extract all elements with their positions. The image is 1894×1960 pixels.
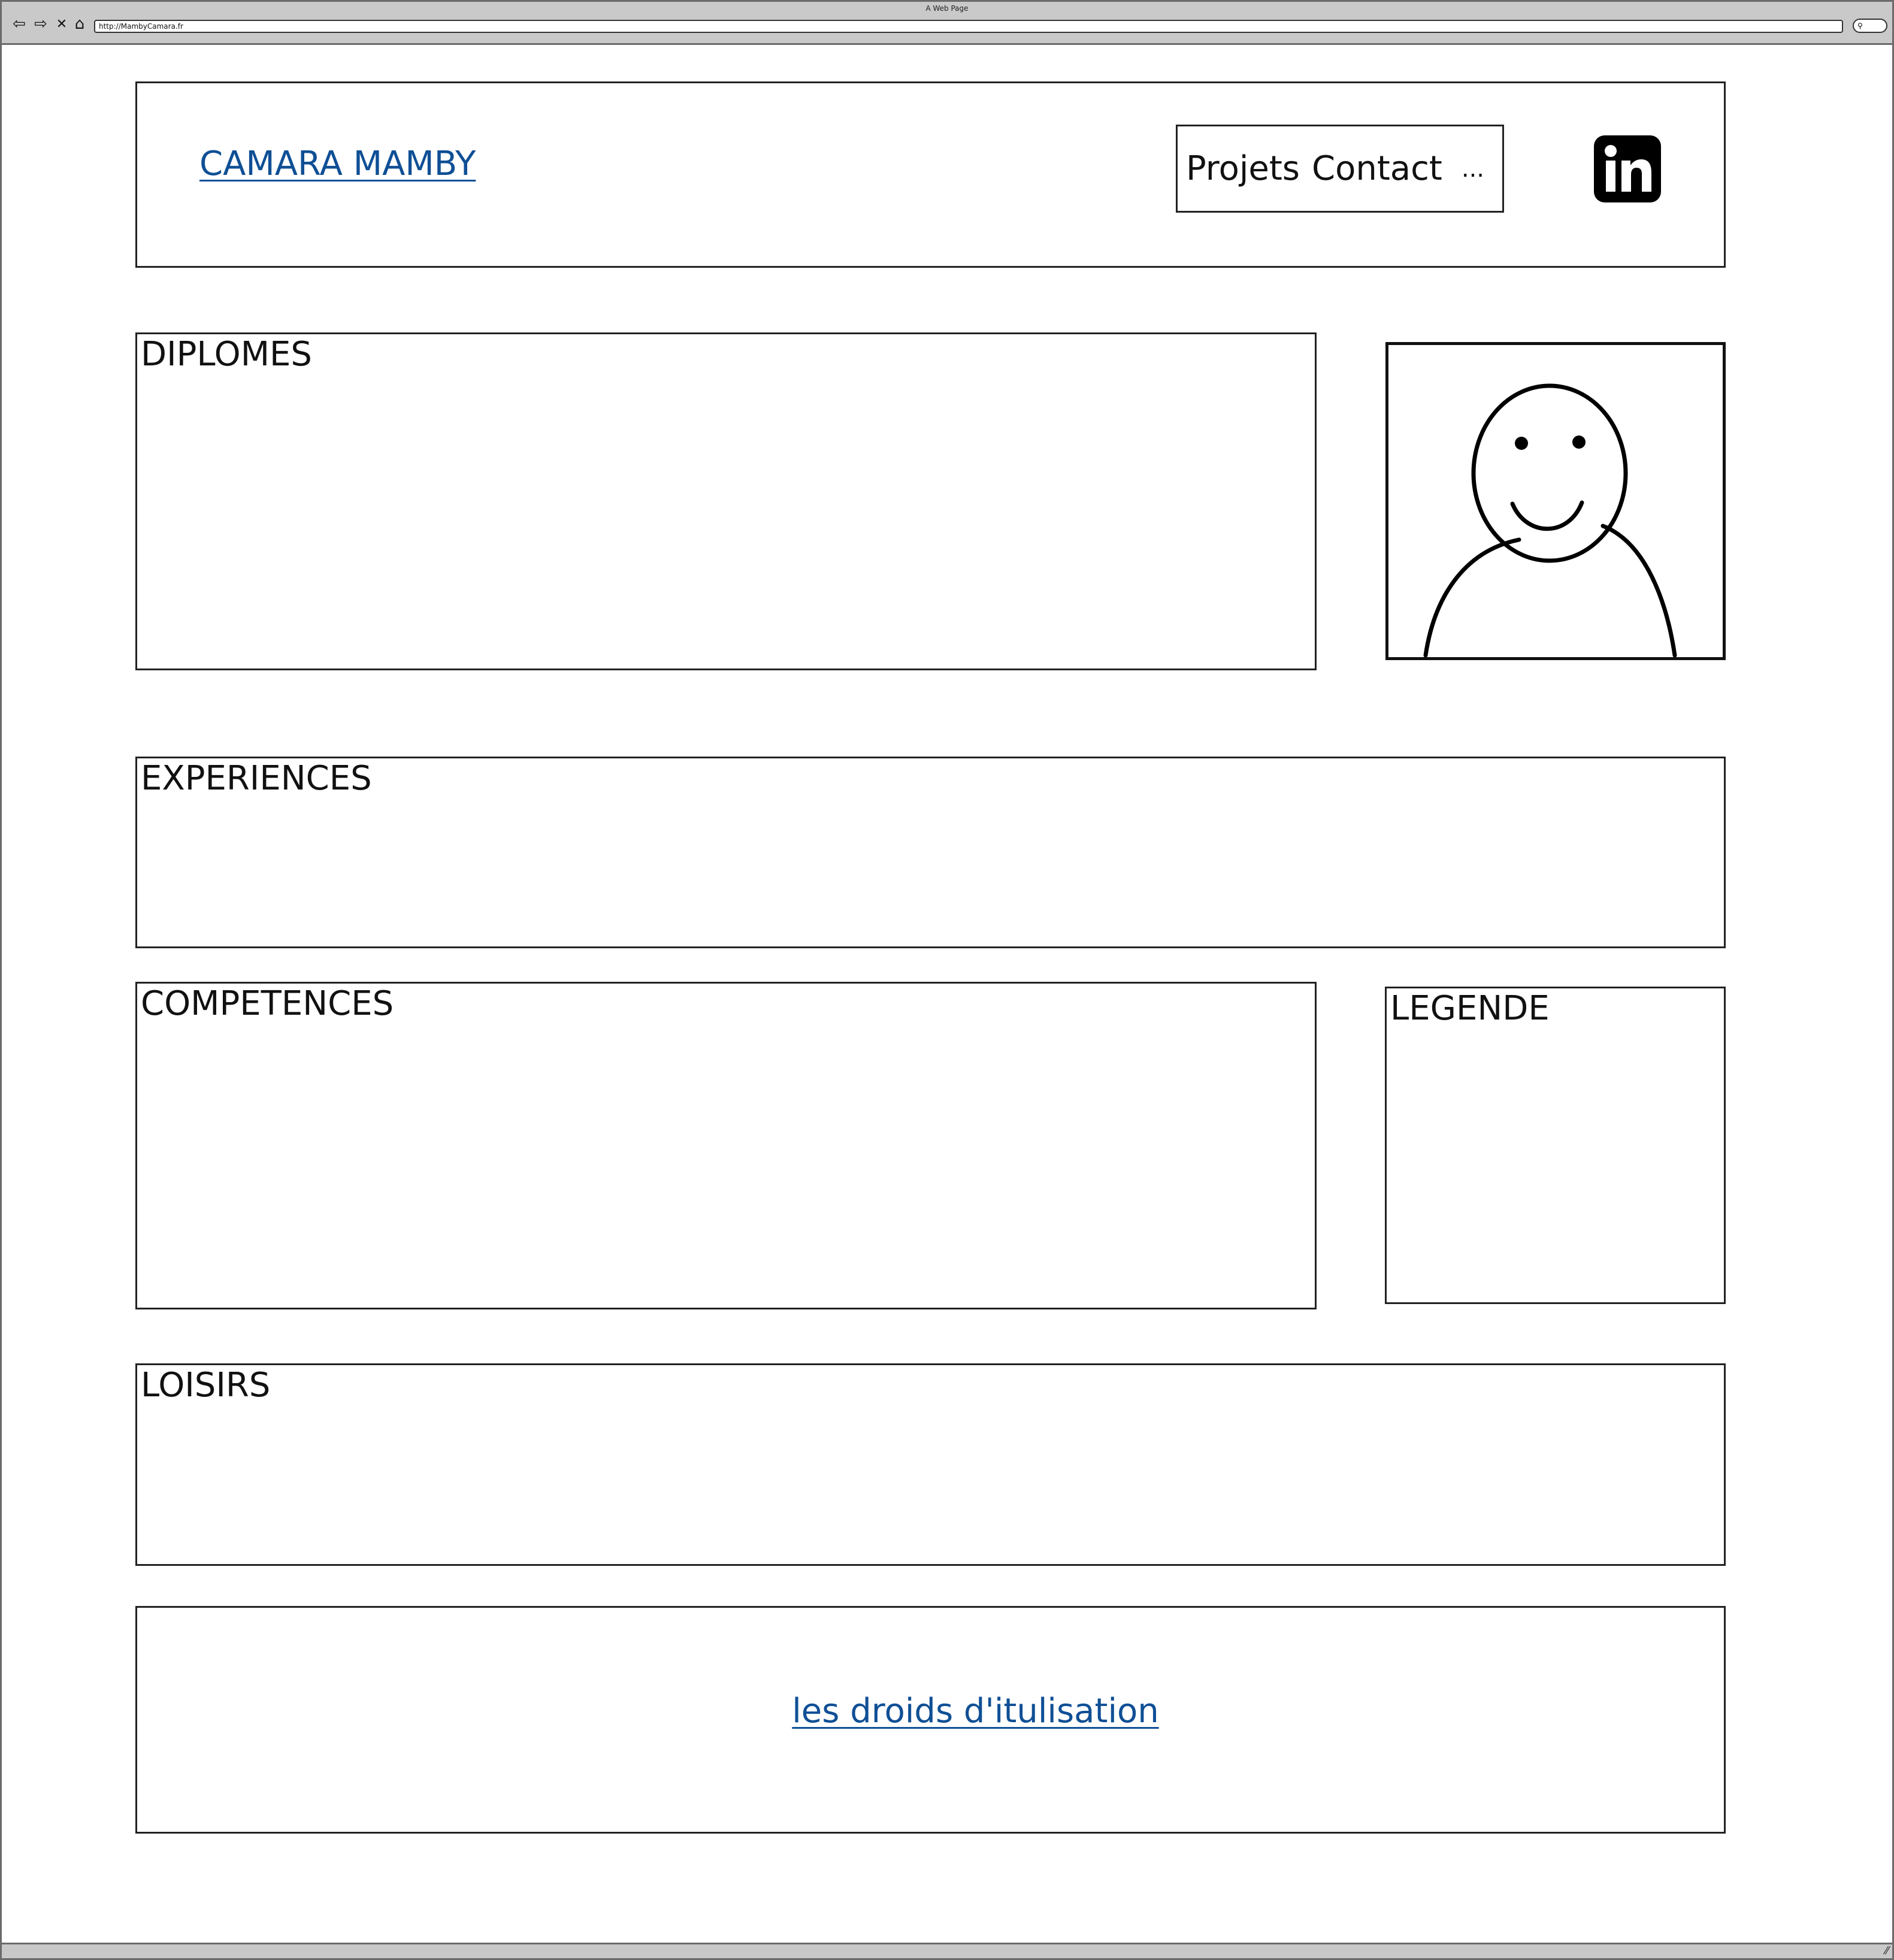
page-header: CAMARA MAMBY Projets Contact ... <box>135 81 1726 268</box>
forward-icon[interactable]: ⇨ <box>32 15 50 33</box>
user-avatar-icon <box>1423 383 1677 658</box>
section-title-competences: COMPETENCES <box>141 984 394 1023</box>
section-title-diplomes: DIPLOMES <box>141 335 312 374</box>
browser-window: A Web Page ⇦ ⇨ ✕ ⌂ http://MambyCamara.fr… <box>0 0 1894 1960</box>
window-title: A Web Page <box>925 4 969 13</box>
section-title-experiences: EXPERIENCES <box>141 759 372 798</box>
site-name-link[interactable]: CAMARA MAMBY <box>199 144 476 183</box>
search-icon: ⚲ <box>1857 22 1863 30</box>
section-competences: COMPETENCES <box>135 982 1317 1309</box>
page-footer: les droids d'itulisation <box>135 1606 1726 1834</box>
profile-photo <box>1385 342 1726 660</box>
linkedin-icon[interactable] <box>1594 135 1661 202</box>
nav-more[interactable]: ... <box>1462 155 1484 183</box>
nav-menu: Projets Contact ... <box>1176 125 1504 213</box>
address-bar[interactable]: http://MambyCamara.fr <box>94 20 1843 33</box>
home-icon[interactable]: ⌂ <box>71 15 88 33</box>
browser-toolbar: A Web Page ⇦ ⇨ ✕ ⌂ http://MambyCamara.fr… <box>2 2 1892 45</box>
nav-item-projets[interactable]: Projets <box>1186 149 1300 188</box>
stop-icon[interactable]: ✕ <box>55 16 69 32</box>
search-field[interactable]: ⚲ <box>1853 19 1887 33</box>
resize-grip-icon[interactable]: ⁄⁄ <box>1885 1944 1889 1957</box>
terms-of-use-link[interactable]: les droids d'itulisation <box>137 1692 1724 1731</box>
section-legende: LEGENDE <box>1385 987 1726 1304</box>
section-loisirs: LOISIRS <box>135 1363 1726 1566</box>
browser-statusbar: ⁄⁄ <box>2 1943 1892 1958</box>
back-icon[interactable]: ⇦ <box>10 15 28 33</box>
section-title-legende: LEGENDE <box>1390 989 1550 1028</box>
section-diplomes: DIPLOMES <box>135 332 1317 670</box>
section-title-loisirs: LOISIRS <box>141 1366 271 1405</box>
nav-item-contact[interactable]: Contact <box>1312 149 1442 188</box>
section-experiences: EXPERIENCES <box>135 757 1726 948</box>
